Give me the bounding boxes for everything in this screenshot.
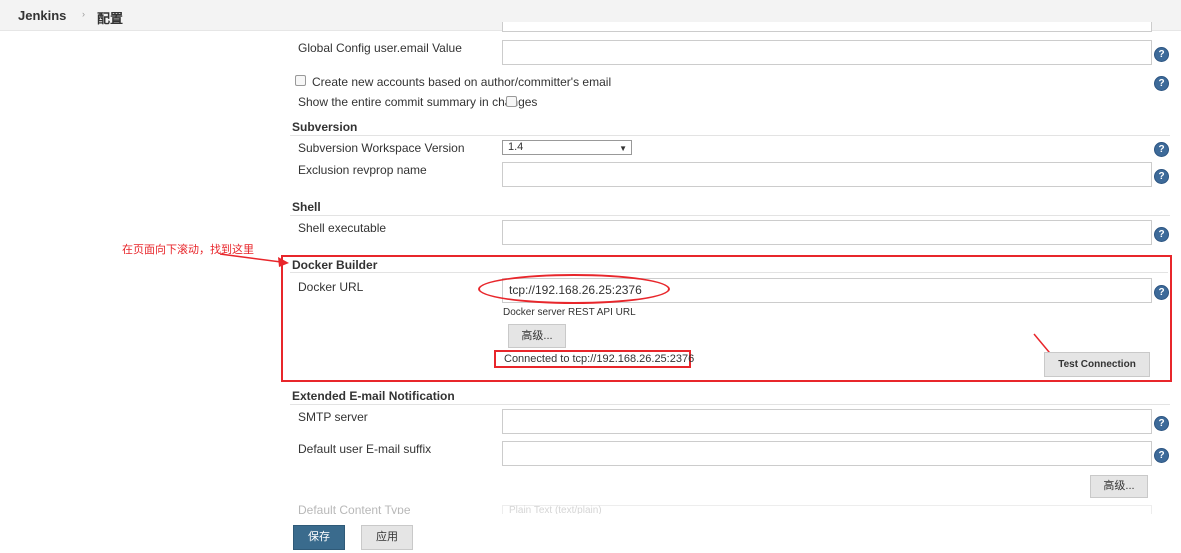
help-icon[interactable]: ? [1154, 285, 1169, 300]
email-advanced-button[interactable]: 高级... [1090, 475, 1148, 498]
help-icon[interactable]: ? [1154, 76, 1169, 91]
svn-workspace-value: 1.4 [508, 141, 524, 153]
svn-workspace-select[interactable]: 1.4 ▼ [502, 140, 632, 155]
svn-exclusion-label: Exclusion revprop name [298, 163, 427, 177]
smtp-server-label: SMTP server [298, 410, 368, 424]
create-accounts-label: Create new accounts based on author/comm… [312, 75, 612, 89]
git-email-input[interactable] [502, 40, 1152, 65]
breadcrumb-configure[interactable]: 配置 [97, 8, 123, 27]
docker-connection-status: Connected to tcp://192.168.26.25:2376 [504, 353, 695, 365]
show-summary-checkbox[interactable] [506, 96, 517, 107]
breadcrumb-separator: › [82, 9, 85, 19]
shell-executable-label: Shell executable [298, 221, 387, 235]
docker-url-highlight-ellipse [478, 274, 670, 304]
shell-executable-input[interactable] [502, 220, 1152, 245]
email-ext-section-title: Extended E-mail Notification [292, 389, 455, 403]
help-icon[interactable]: ? [1154, 416, 1169, 431]
section-divider [290, 404, 1170, 405]
git-email-label: Global Config user.email Value [298, 41, 462, 55]
save-button[interactable]: 保存 [293, 525, 345, 550]
svn-exclusion-input[interactable] [502, 162, 1152, 187]
help-icon[interactable]: ? [1154, 448, 1169, 463]
section-divider [290, 215, 1170, 216]
docker-advanced-button[interactable]: 高级... [508, 324, 566, 348]
section-divider [290, 135, 1170, 136]
jenkins-logo-link[interactable]: Jenkins [18, 8, 66, 23]
previous-field-bottom[interactable] [502, 22, 1152, 32]
smtp-server-input[interactable] [502, 409, 1152, 434]
section-divider [290, 272, 1168, 273]
docker-section-title: Docker Builder [292, 258, 378, 272]
email-suffix-input[interactable] [502, 441, 1152, 466]
shell-section-title: Shell [292, 200, 321, 214]
help-icon[interactable]: ? [1154, 227, 1169, 242]
help-icon[interactable]: ? [1154, 47, 1169, 62]
test-connection-button[interactable]: Test Connection [1044, 352, 1150, 377]
svn-workspace-label: Subversion Workspace Version [298, 141, 465, 155]
chevron-down-icon: ▼ [619, 144, 627, 153]
help-icon[interactable]: ? [1154, 142, 1169, 157]
help-icon[interactable]: ? [1154, 169, 1169, 184]
email-suffix-label: Default user E-mail suffix [298, 442, 432, 456]
create-accounts-checkbox[interactable] [295, 75, 306, 86]
subversion-section-title: Subversion [292, 120, 358, 134]
bottom-action-bar [0, 514, 1181, 553]
docker-url-label: Docker URL [298, 280, 364, 294]
docker-url-hint: Docker server REST API URL [503, 307, 636, 318]
show-summary-label: Show the entire commit summary in change… [298, 95, 538, 109]
apply-button[interactable]: 应用 [361, 525, 413, 550]
